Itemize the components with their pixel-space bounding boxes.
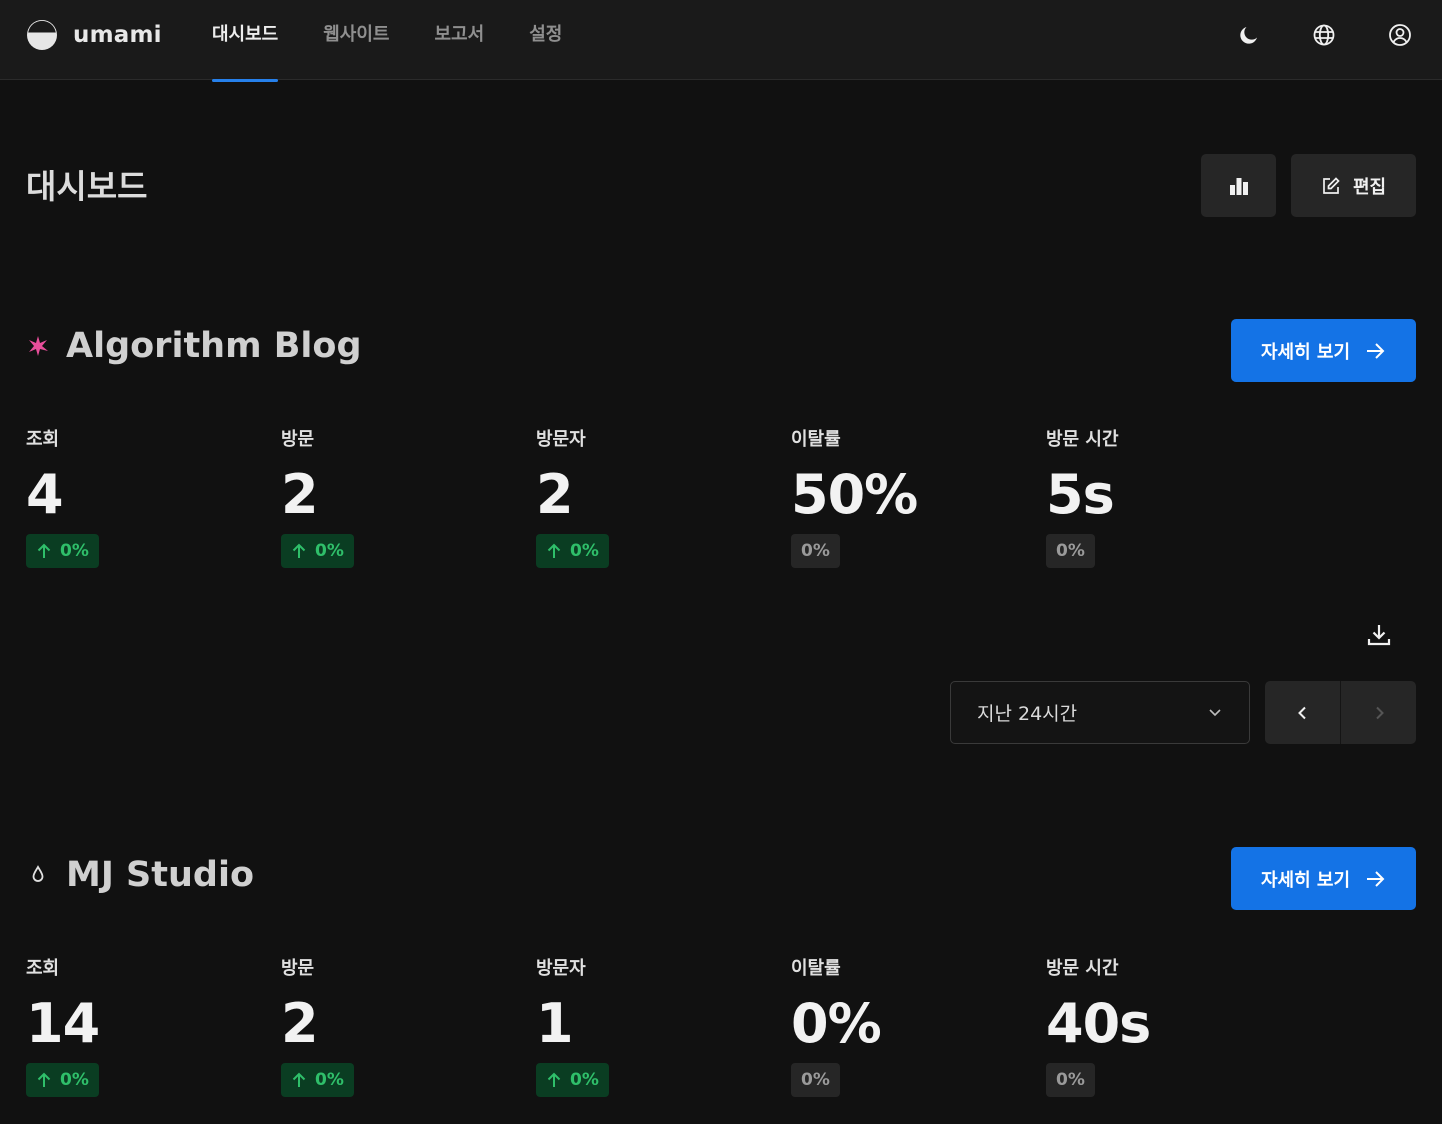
- metric-bounce-rate: 이탈률 0% 0%: [791, 957, 1021, 1097]
- chevron-down-icon: [1209, 709, 1221, 717]
- date-range-select[interactable]: 지난 24시간: [950, 681, 1250, 744]
- nav-dashboard[interactable]: 대시보드: [212, 0, 279, 82]
- edit-button[interactable]: 편집: [1291, 154, 1416, 217]
- metric-label: 방문: [281, 958, 315, 979]
- previous-period-button[interactable]: [1265, 681, 1340, 744]
- metric-views: 조회 14 0%: [26, 957, 256, 1097]
- drop-icon: [26, 863, 50, 887]
- site-title: MJ Studio: [26, 855, 254, 895]
- arrow-right-icon: [1367, 870, 1385, 887]
- chevron-left-icon: [1297, 706, 1306, 719]
- edit-icon: [1323, 176, 1340, 194]
- metric-label: 방문자: [536, 958, 586, 979]
- metric-value: 2: [281, 463, 319, 526]
- change-value: 0%: [801, 1070, 830, 1090]
- brand-name: umami: [73, 22, 162, 48]
- globe-icon[interactable]: [1312, 23, 1336, 47]
- umami-logo-icon: [27, 20, 57, 50]
- chevron-right-icon: [1375, 706, 1384, 719]
- metric-label: 방문: [281, 429, 315, 450]
- next-period-button[interactable]: [1341, 681, 1416, 744]
- change-value: 0%: [315, 1070, 344, 1090]
- view-details-label: 자세히 보기: [1260, 341, 1351, 363]
- metric-visit-duration: 방문 시간 40s 0%: [1046, 957, 1276, 1097]
- arrow-up-icon: [37, 1072, 51, 1087]
- metric-value: 14: [26, 992, 100, 1055]
- brand-logo[interactable]: umami: [26, 19, 162, 51]
- metric-change: 0%: [26, 1063, 99, 1097]
- metric-change: 0%: [791, 534, 840, 568]
- arrow-up-icon: [292, 543, 306, 558]
- metric-value: 2: [281, 992, 319, 1055]
- site-title: Algorithm Blog: [26, 326, 362, 366]
- metric-value: 50%: [791, 463, 918, 526]
- change-value: 0%: [801, 541, 830, 561]
- metric-value: 0%: [791, 992, 882, 1055]
- metric-change: 0%: [1046, 1063, 1095, 1097]
- nav-settings[interactable]: 설정: [529, 0, 562, 80]
- star-burst-icon: [26, 334, 50, 358]
- main-nav: 대시보드 웹사이트 보고서 설정: [212, 0, 607, 82]
- edit-label: 편집: [1352, 176, 1387, 198]
- arrow-up-icon: [37, 543, 51, 558]
- change-value: 0%: [60, 541, 89, 561]
- metric-label: 조회: [26, 429, 60, 450]
- metric-label: 방문 시간: [1046, 958, 1119, 979]
- arrow-up-icon: [547, 543, 561, 558]
- change-value: 0%: [570, 1070, 599, 1090]
- date-pager: [1265, 681, 1416, 744]
- metric-visit-duration: 방문 시간 5s 0%: [1046, 428, 1276, 568]
- bar-chart-icon: [1229, 177, 1248, 195]
- metric-change: 0%: [281, 534, 354, 568]
- change-value: 0%: [570, 541, 599, 561]
- metric-views: 조회 4 0%: [26, 428, 256, 568]
- chart-view-button[interactable]: [1201, 154, 1276, 217]
- metric-visits: 방문 2 0%: [281, 957, 511, 1097]
- moon-icon[interactable]: [1237, 23, 1261, 47]
- arrow-up-icon: [547, 1072, 561, 1087]
- arrow-right-icon: [1367, 342, 1385, 359]
- metric-value: 1: [536, 992, 574, 1055]
- metric-value: 4: [26, 463, 64, 526]
- nav-websites[interactable]: 웹사이트: [323, 0, 389, 80]
- arrow-up-icon: [292, 1072, 306, 1087]
- change-value: 0%: [315, 541, 344, 561]
- metric-label: 방문자: [536, 429, 586, 450]
- metric-value: 2: [536, 463, 574, 526]
- user-icon[interactable]: [1388, 23, 1412, 47]
- site-name: Algorithm Blog: [66, 326, 362, 366]
- site-name: MJ Studio: [66, 855, 254, 895]
- metric-change: 0%: [536, 1063, 609, 1097]
- view-details-label: 자세히 보기: [1260, 869, 1351, 891]
- change-value: 0%: [1056, 541, 1085, 561]
- page-title: 대시보드: [26, 167, 148, 206]
- metric-value: 40s: [1046, 992, 1151, 1055]
- metric-label: 이탈률: [791, 429, 841, 450]
- nav-reports[interactable]: 보고서: [435, 0, 485, 80]
- metric-label: 이탈률: [791, 958, 841, 979]
- download-icon[interactable]: [1366, 622, 1392, 648]
- metric-label: 방문 시간: [1046, 429, 1119, 450]
- metric-label: 조회: [26, 958, 60, 979]
- date-range-value: 지난 24시간: [977, 703, 1078, 725]
- metric-bounce-rate: 이탈률 50% 0%: [791, 428, 1021, 568]
- metric-visitors: 방문자 2 0%: [536, 428, 766, 568]
- metric-change: 0%: [281, 1063, 354, 1097]
- metric-visits: 방문 2 0%: [281, 428, 511, 568]
- view-details-button[interactable]: 자세히 보기: [1231, 847, 1416, 910]
- metric-change: 0%: [1046, 534, 1095, 568]
- metric-change: 0%: [26, 534, 99, 568]
- top-navbar: umami 대시보드 웹사이트 보고서 설정: [0, 0, 1442, 82]
- change-value: 0%: [1056, 1070, 1085, 1090]
- metric-visitors: 방문자 1 0%: [536, 957, 766, 1097]
- metric-change: 0%: [791, 1063, 840, 1097]
- metric-value: 5s: [1046, 463, 1115, 526]
- change-value: 0%: [60, 1070, 89, 1090]
- view-details-button[interactable]: 자세히 보기: [1231, 319, 1416, 382]
- metric-change: 0%: [536, 534, 609, 568]
